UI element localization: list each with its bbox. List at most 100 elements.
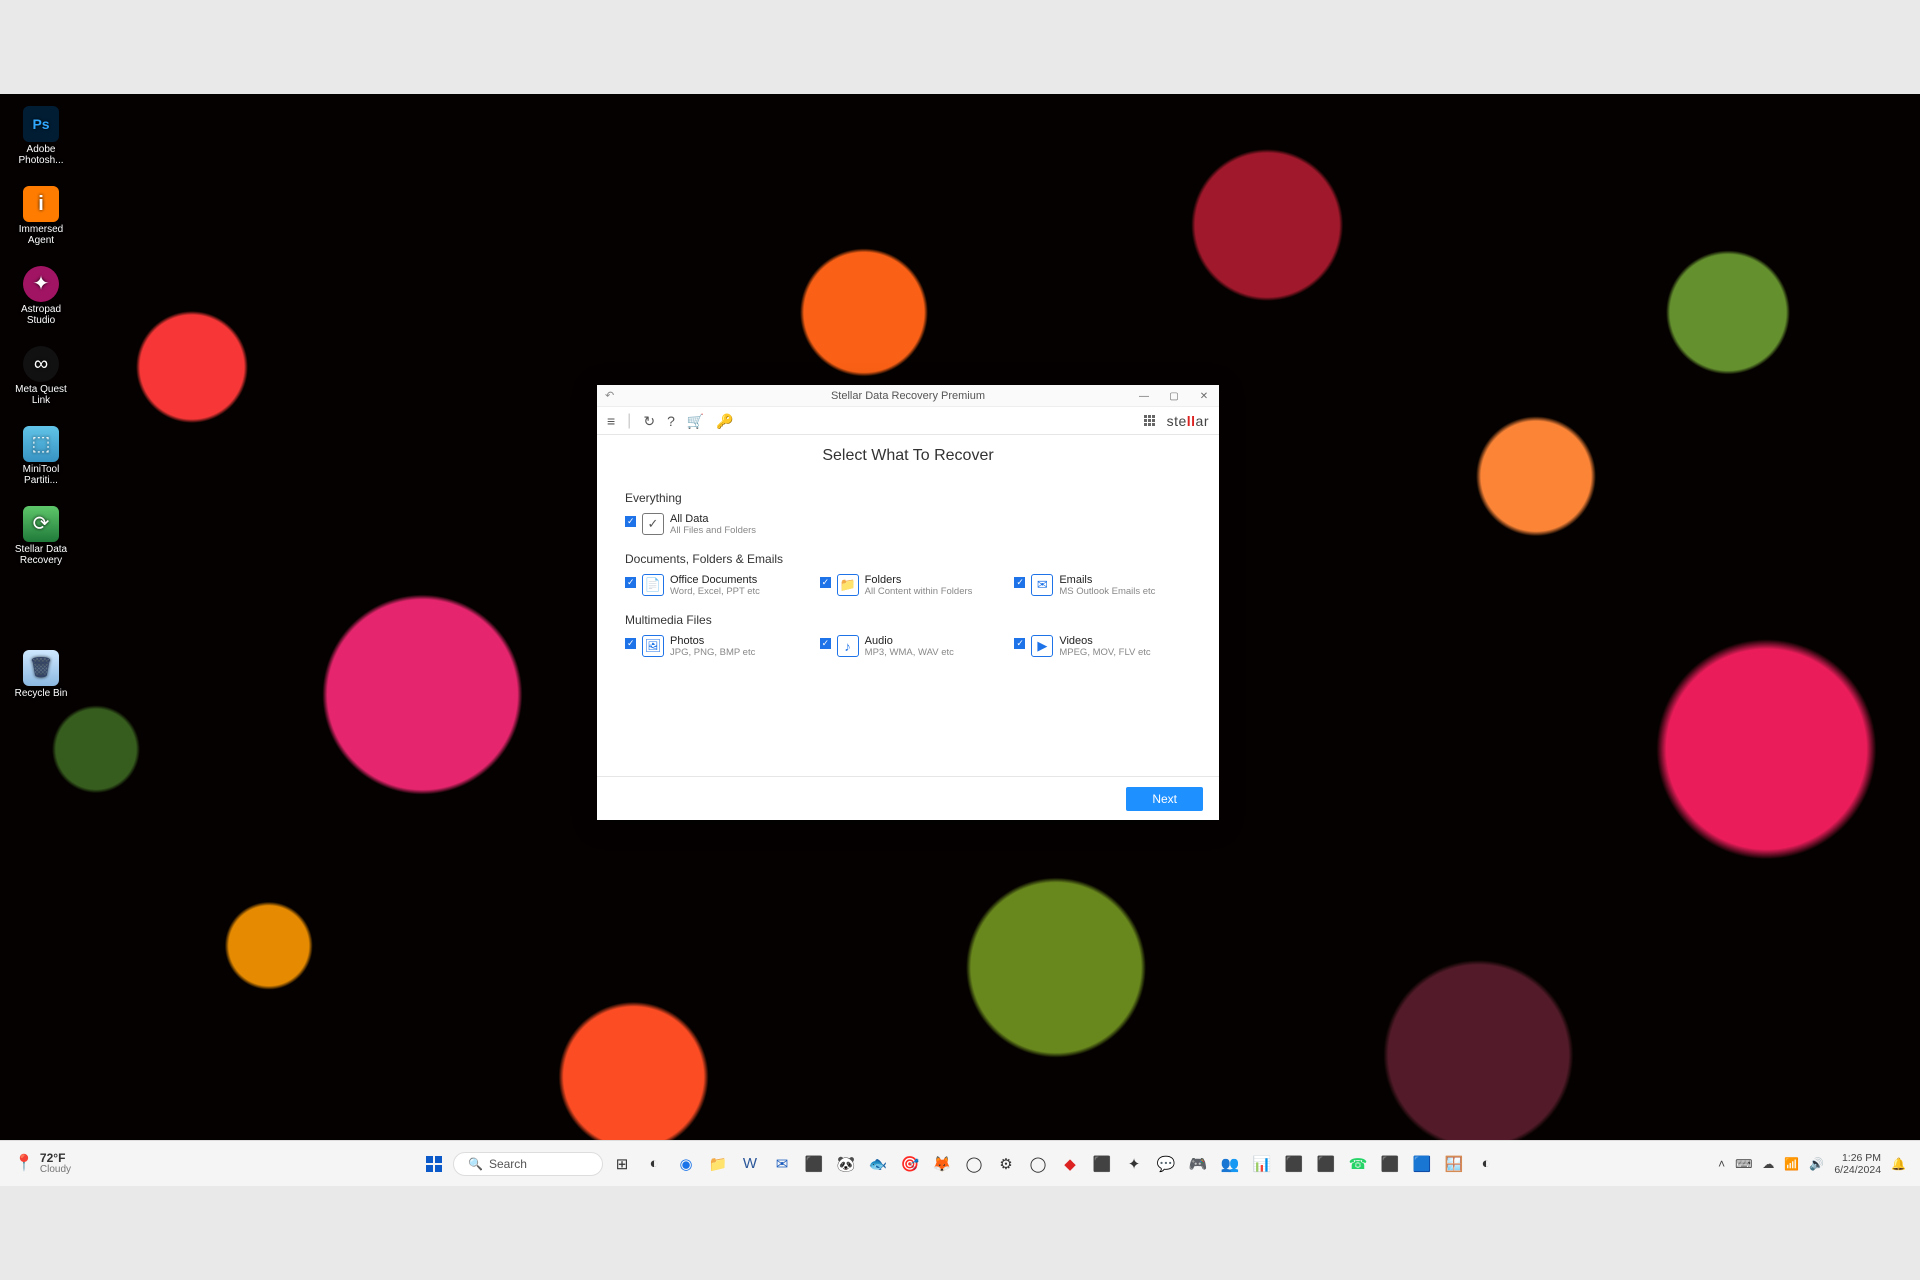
explorer-icon[interactable]: 📁 <box>705 1151 731 1177</box>
pinned-app-icon[interactable]: 🪟 <box>1441 1151 1467 1177</box>
recyclebin-icon: 🗑 <box>23 650 59 686</box>
content-area: Everything ✓ All Data All Files and Fold… <box>597 469 1219 776</box>
option-photos[interactable]: 🖼 Photos JPG, PNG, BMP etc <box>625 635 802 658</box>
desktop-icon-stellar[interactable]: ⟳ Stellar Data Recovery <box>6 506 76 566</box>
checkbox-photos[interactable] <box>625 638 636 649</box>
option-emails[interactable]: ✉ Emails MS Outlook Emails etc <box>1014 574 1191 597</box>
search-icon: 🔍 <box>468 1157 483 1171</box>
copilot-icon[interactable]: ◐ <box>641 1151 667 1177</box>
titlebar[interactable]: ↶ Stellar Data Recovery Premium — ▢ ✕ <box>597 385 1219 407</box>
pinned-app-icon[interactable]: ⬛ <box>801 1151 827 1177</box>
option-office-documents[interactable]: 📄 Office Documents Word, Excel, PPT etc <box>625 574 802 597</box>
section-docs-label: Documents, Folders & Emails <box>625 552 1191 566</box>
option-title: Photos <box>670 635 755 647</box>
option-sub: MPEG, MOV, FLV etc <box>1059 647 1150 658</box>
taskbar-search[interactable]: 🔍 Search <box>453 1152 603 1176</box>
stellar-icon: ⟳ <box>23 506 59 542</box>
checkbox-emails[interactable] <box>1014 577 1025 588</box>
letterbox-top <box>0 0 1920 94</box>
checkbox-videos[interactable] <box>1014 638 1025 649</box>
letterbox-bottom <box>0 1186 1920 1280</box>
apps-grid-icon[interactable] <box>1144 415 1155 426</box>
desktop-icons: Ps Adobe Photosh... i Immersed Agent ✦ A… <box>6 106 76 566</box>
messenger-icon[interactable]: 💬 <box>1153 1151 1179 1177</box>
desktop-icon-metaquest[interactable]: ∞ Meta Quest Link <box>6 346 76 406</box>
pinned-app-icon[interactable]: 📊 <box>1249 1151 1275 1177</box>
weather-temp: 72°F <box>40 1152 71 1164</box>
weather-cond: Cloudy <box>40 1164 71 1176</box>
checkbox-folders[interactable] <box>820 577 831 588</box>
tray-cloud-icon[interactable]: ☁ <box>1762 1157 1774 1171</box>
tray-chevron-icon[interactable]: ˄ <box>1718 1157 1725 1171</box>
option-audio[interactable]: ♪ Audio MP3, WMA, WAV etc <box>820 635 997 658</box>
whatsapp-icon[interactable]: ☎ <box>1345 1151 1371 1177</box>
history-icon[interactable]: ↻ <box>643 414 655 428</box>
key-icon[interactable]: 🔑 <box>716 414 733 428</box>
pinned-app-icon[interactable]: ◆ <box>1057 1151 1083 1177</box>
desktop-icon-label: Stellar Data Recovery <box>6 544 76 566</box>
pinned-app-icon[interactable]: ◐ <box>1473 1151 1499 1177</box>
option-title: All Data <box>670 513 756 525</box>
clock-date: 6/24/2024 <box>1834 1164 1881 1176</box>
chrome-icon[interactable]: ◯ <box>961 1151 987 1177</box>
maximize-button[interactable]: ▢ <box>1159 385 1189 407</box>
tray-language-icon[interactable]: ⌨ <box>1735 1157 1752 1171</box>
pinned-app-icon[interactable]: 🟦 <box>1409 1151 1435 1177</box>
next-button[interactable]: Next <box>1126 787 1203 811</box>
astropad-icon: ✦ <box>23 266 59 302</box>
taskbar-clock[interactable]: 1:26 PM 6/24/2024 <box>1834 1152 1881 1176</box>
pinned-app-icon[interactable]: ✦ <box>1121 1151 1147 1177</box>
desktop-screen: Ps Adobe Photosh... i Immersed Agent ✦ A… <box>0 94 1920 1186</box>
pinned-app-icon[interactable]: 🐟 <box>865 1151 891 1177</box>
pinned-app-icon[interactable]: 🎯 <box>897 1151 923 1177</box>
desktop-icon-immersed[interactable]: i Immersed Agent <box>6 186 76 246</box>
discord-icon[interactable]: 🎮 <box>1185 1151 1211 1177</box>
desktop-icon-recyclebin[interactable]: 🗑 Recycle Bin <box>6 650 76 699</box>
desktop-icon-label: Adobe Photosh... <box>6 144 76 166</box>
desktop-icon-photoshop[interactable]: Ps Adobe Photosh... <box>6 106 76 166</box>
desktop-icon-astropad[interactable]: ✦ Astropad Studio <box>6 266 76 326</box>
teams-icon[interactable]: 👥 <box>1217 1151 1243 1177</box>
pinned-app-icon[interactable]: ⬛ <box>1089 1151 1115 1177</box>
option-videos[interactable]: ▶ Videos MPEG, MOV, FLV etc <box>1014 635 1191 658</box>
section-everything-label: Everything <box>625 491 1191 505</box>
taskbar-center: 🔍 Search ⊞ ◐ ◉ 📁 W ✉ ⬛ 🐼 🐟 🎯 🦊 ◯ ⚙ ◯ ◆ ⬛… <box>421 1151 1499 1177</box>
email-icon: ✉ <box>1031 574 1053 596</box>
weather-widget[interactable]: 📍 72°F Cloudy <box>14 1152 71 1176</box>
option-folders[interactable]: 📁 Folders All Content within Folders <box>820 574 997 597</box>
photoshop-icon: Ps <box>23 106 59 142</box>
titlebar-back-icon[interactable]: ↶ <box>605 389 614 402</box>
footer: Next <box>597 776 1219 820</box>
task-view-icon[interactable]: ⊞ <box>609 1151 635 1177</box>
checkbox-office[interactable] <box>625 577 636 588</box>
desktop-icon-label: Meta Quest Link <box>6 384 76 406</box>
word-icon[interactable]: W <box>737 1151 763 1177</box>
option-alldata[interactable]: ✓ All Data All Files and Folders <box>625 513 756 536</box>
close-button[interactable]: ✕ <box>1189 385 1219 407</box>
pinned-app-icon[interactable]: ◯ <box>1025 1151 1051 1177</box>
notifications-icon[interactable]: 🔔 <box>1891 1157 1906 1171</box>
menu-icon[interactable]: ≡ <box>607 414 615 428</box>
help-icon[interactable]: ? <box>667 414 675 428</box>
desktop-icon-minitool[interactable]: ⬚ MiniTool Partiti... <box>6 426 76 486</box>
tray-volume-icon[interactable]: 🔊 <box>1809 1157 1824 1171</box>
firefox-icon[interactable]: 🦊 <box>929 1151 955 1177</box>
pinned-app-icon[interactable]: ⬛ <box>1377 1151 1403 1177</box>
desktop-icon-label: Immersed Agent <box>6 224 76 246</box>
edge-icon[interactable]: ◉ <box>673 1151 699 1177</box>
folder-icon: 📁 <box>837 574 859 596</box>
pinned-app-icon[interactable]: 🐼 <box>833 1151 859 1177</box>
pinned-app-icon[interactable]: ⬛ <box>1313 1151 1339 1177</box>
minimize-button[interactable]: — <box>1129 385 1159 407</box>
steam-icon[interactable]: ⚙ <box>993 1151 1019 1177</box>
start-button[interactable] <box>421 1151 447 1177</box>
checkbox-alldata[interactable] <box>625 516 636 527</box>
video-icon: ▶ <box>1031 635 1053 657</box>
checkbox-audio[interactable] <box>820 638 831 649</box>
alldata-icon: ✓ <box>642 513 664 535</box>
pinned-app-icon[interactable]: ⬛ <box>1281 1151 1307 1177</box>
outlook-icon[interactable]: ✉ <box>769 1151 795 1177</box>
cart-icon[interactable]: 🛒 <box>687 414 704 428</box>
tray-wifi-icon[interactable]: 📶 <box>1784 1157 1799 1171</box>
search-placeholder: Search <box>489 1157 527 1171</box>
